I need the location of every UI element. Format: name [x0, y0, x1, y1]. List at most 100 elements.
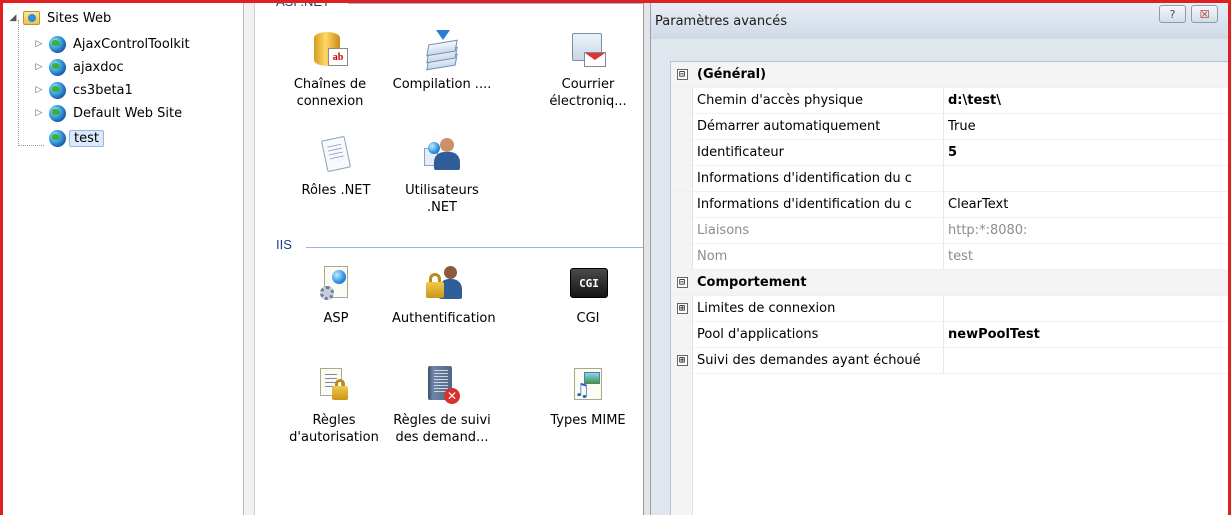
sites-folder-icon	[23, 11, 40, 25]
property-name: Informations d'identification du c	[697, 171, 912, 186]
expand-arrow-icon[interactable]: ▷	[33, 84, 45, 96]
property-value[interactable]: True	[944, 119, 976, 134]
expand-icon[interactable]: ⊞	[676, 355, 688, 366]
property-value: test	[948, 249, 973, 264]
feature-failed-request-tracing[interactable]: ✕ Règles de suivi des demand...	[392, 366, 492, 446]
advanced-settings-dialog: Paramètres avancés ? ☒ ⊟ (Général) Chemi…	[650, 3, 1231, 515]
property-value[interactable]: 5	[944, 145, 957, 160]
property-row-identifier[interactable]: Identificateur 5	[671, 139, 1231, 166]
feature-label: Courrier électroniq...	[549, 77, 627, 109]
feature-mime-types[interactable]: ♫ Types MIME	[538, 366, 638, 429]
expand-icon[interactable]: ⊞	[676, 303, 688, 314]
property-name: Limites de connexion	[697, 301, 836, 316]
feature-compilation[interactable]: Compilation ....	[392, 30, 492, 93]
features-view: ASP.NET ab Chaînes de connexion Compilat…	[256, 0, 643, 515]
tree-node-site[interactable]: ▷ ajaxdoc	[33, 56, 128, 78]
feature-connection-strings[interactable]: ab Chaînes de connexion	[280, 30, 380, 110]
roles-icon	[316, 135, 356, 176]
feature-label: CGI	[576, 311, 600, 326]
category-general[interactable]: ⊟ (Général)	[671, 62, 1231, 88]
mime-types-icon: ♫	[568, 366, 608, 406]
collapse-icon[interactable]: ⊟	[676, 277, 688, 288]
feature-cgi[interactable]: CGI CGI	[538, 264, 638, 327]
tree-node-site[interactable]: ▷ AjaxControlToolkit	[33, 33, 194, 55]
tree-guide-line	[18, 20, 19, 146]
feature-net-users[interactable]: Utilisateurs .NET	[392, 136, 492, 216]
collapse-icon[interactable]: ⊟	[676, 69, 688, 80]
feature-label: Rôles .NET	[301, 183, 371, 198]
property-name: Liaisons	[697, 223, 750, 238]
connection-strings-icon: ab	[310, 30, 350, 70]
help-button[interactable]: ?	[1159, 5, 1186, 23]
expand-arrow-icon[interactable]: ▷	[33, 107, 45, 119]
property-grid: ⊟ (Général) Chemin d'accès physique d:\t…	[670, 61, 1231, 515]
expand-arrow-icon[interactable]: ▷	[33, 38, 45, 50]
globe-icon	[49, 129, 66, 147]
property-value[interactable]: d:\test\	[944, 93, 1001, 108]
property-name: Démarrer automatiquement	[697, 119, 881, 134]
globe-icon	[49, 104, 66, 122]
tree-node-label: test	[69, 129, 104, 147]
tree-node-sites-web[interactable]: ◢ Sites Web	[7, 7, 115, 29]
tree-node-label: cs3beta1	[73, 82, 133, 98]
sites-tree: ◢ Sites Web ▷ AjaxControlToolkit ▷ ajaxd…	[3, 3, 243, 515]
property-row-failed-request-tracing[interactable]: ⊞ Suivi des demandes ayant échoué	[671, 347, 1231, 374]
property-value[interactable]: newPoolTest	[944, 327, 1040, 342]
tree-node-site[interactable]: ▷ Default Web Site	[33, 102, 186, 124]
cgi-badge: CGI	[570, 268, 608, 298]
expand-arrow-icon[interactable]: ▷	[33, 61, 45, 73]
feature-authorization-rules[interactable]: Règles d'autorisation	[284, 366, 384, 446]
feature-label: Chaînes de connexion	[293, 77, 367, 109]
feature-email[interactable]: Courrier électroniq...	[538, 30, 638, 110]
property-row-physical-path[interactable]: Chemin d'accès physique d:\test\	[671, 87, 1231, 114]
category-label: (Général)	[697, 67, 767, 82]
property-name: Identificateur	[697, 145, 785, 160]
feature-asp[interactable]: ASP	[286, 264, 386, 327]
email-icon	[568, 30, 608, 70]
group-divider	[348, 3, 643, 4]
users-icon	[422, 136, 462, 176]
collapse-arrow-icon[interactable]: ◢	[7, 12, 19, 24]
property-row-connection-limits[interactable]: ⊞ Limites de connexion	[671, 295, 1231, 322]
property-name: Informations d'identification du c	[697, 197, 912, 212]
category-behavior[interactable]: ⊟ Comportement	[671, 270, 1231, 296]
tree-node-label: ajaxdoc	[73, 59, 124, 75]
property-name: Suivi des demandes ayant échoué	[697, 353, 921, 368]
feature-authentication[interactable]: Authentification	[392, 264, 496, 327]
compilation-icon	[422, 30, 462, 71]
property-value[interactable]: ClearText	[944, 197, 1008, 212]
asp-icon	[316, 264, 356, 304]
property-row-app-pool[interactable]: Pool d'applications newPoolTest	[671, 321, 1231, 348]
tree-node-label: Default Web Site	[73, 105, 183, 121]
feature-label: Authentification	[392, 311, 496, 326]
group-divider	[306, 247, 643, 248]
feature-net-roles[interactable]: Rôles .NET	[286, 135, 386, 199]
tree-node-label: AjaxControlToolkit	[73, 36, 190, 52]
tree-node-site-selected[interactable]: test	[33, 127, 104, 149]
tree-node-site[interactable]: ▷ cs3beta1	[33, 79, 137, 101]
feature-label: Types MIME	[550, 413, 626, 428]
dialog-border	[643, 0, 650, 515]
property-row-name[interactable]: Nom test	[671, 243, 1231, 270]
close-button[interactable]: ☒	[1191, 5, 1218, 23]
property-row-credentials[interactable]: Informations d'identification du c	[671, 165, 1231, 192]
dialog-title: Paramètres avancés	[655, 14, 788, 29]
property-value: http:*:8080:	[948, 223, 1028, 238]
property-name: Nom	[697, 249, 728, 264]
feature-label: Règles de suivi des demand...	[393, 413, 491, 445]
dialog-title-bar[interactable]: Paramètres avancés ? ☒	[651, 3, 1231, 39]
tree-splitter[interactable]	[243, 0, 255, 515]
property-row-credentials-mode[interactable]: Informations d'identification du c Clear…	[671, 191, 1231, 218]
category-label: Comportement	[697, 275, 807, 290]
cgi-icon: CGI	[568, 264, 608, 304]
group-header-iis[interactable]: IIS	[276, 237, 292, 252]
failed-request-tracing-icon: ✕	[422, 366, 462, 406]
property-row-bindings[interactable]: Liaisons http:*:8080:	[671, 217, 1231, 244]
authentication-icon	[422, 264, 462, 304]
property-name: Pool d'applications	[697, 327, 819, 342]
property-row-auto-start[interactable]: Démarrer automatiquement True	[671, 113, 1231, 140]
tree-node-label: Sites Web	[47, 10, 112, 26]
authorization-rules-icon	[314, 366, 354, 406]
feature-label: Utilisateurs .NET	[405, 183, 479, 215]
group-header-aspnet[interactable]: ASP.NET	[276, 0, 330, 9]
